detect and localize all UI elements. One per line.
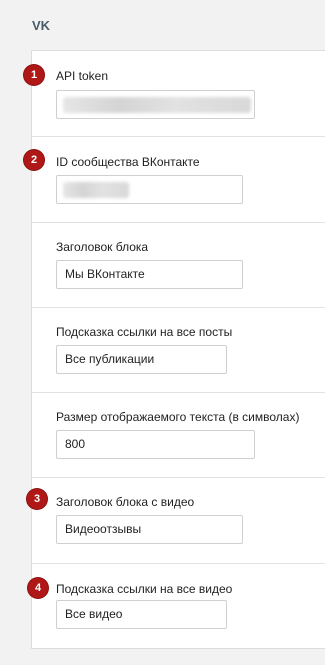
text-size-input[interactable]: 800 (56, 430, 255, 459)
posts-link-hint-label: Подсказка ссылки на все посты (56, 325, 233, 339)
videos-link-hint-input[interactable]: Все видео (56, 600, 227, 629)
block-title-row: Заголовок блока Мы ВКонтакте (32, 223, 325, 308)
step-badge-3: 3 (27, 489, 47, 509)
masked-value (63, 182, 129, 198)
video-block-title-input[interactable]: Видеоотзывы (56, 515, 243, 544)
block-title-input[interactable]: Мы ВКонтакте (56, 260, 243, 289)
video-block-title-row: Заголовок блока с видео Видеоотзывы (32, 478, 325, 564)
posts-link-hint-input[interactable]: Все публикации (56, 345, 227, 374)
community-id-row: ID сообщества ВКонтакте (32, 137, 325, 223)
videos-link-hint-row: Подсказка ссылки на все видео Все видео (32, 564, 325, 650)
community-id-input[interactable] (56, 175, 243, 204)
text-size-row: Размер отображаемого текста (в символах)… (32, 393, 325, 478)
community-id-label: ID сообщества ВКонтакте (56, 155, 200, 169)
api-token-label: API token (56, 69, 109, 83)
masked-value (63, 97, 251, 113)
block-title-label: Заголовок блока (56, 240, 149, 254)
vk-settings-panel: API token ID сообщества ВКонтакте Заголо… (31, 50, 325, 649)
video-block-title-label: Заголовок блока с видео (56, 495, 195, 509)
step-badge-4: 4 (28, 578, 48, 598)
posts-link-hint-row: Подсказка ссылки на все посты Все публик… (32, 308, 325, 393)
api-token-row: API token (32, 51, 325, 137)
step-badge-1: 1 (24, 65, 44, 85)
text-size-label: Размер отображаемого текста (в символах) (56, 410, 300, 424)
videos-link-hint-label: Подсказка ссылки на все видео (56, 582, 233, 596)
step-badge-2: 2 (24, 150, 44, 170)
api-token-input[interactable] (56, 90, 255, 119)
section-title: VK (32, 18, 51, 33)
